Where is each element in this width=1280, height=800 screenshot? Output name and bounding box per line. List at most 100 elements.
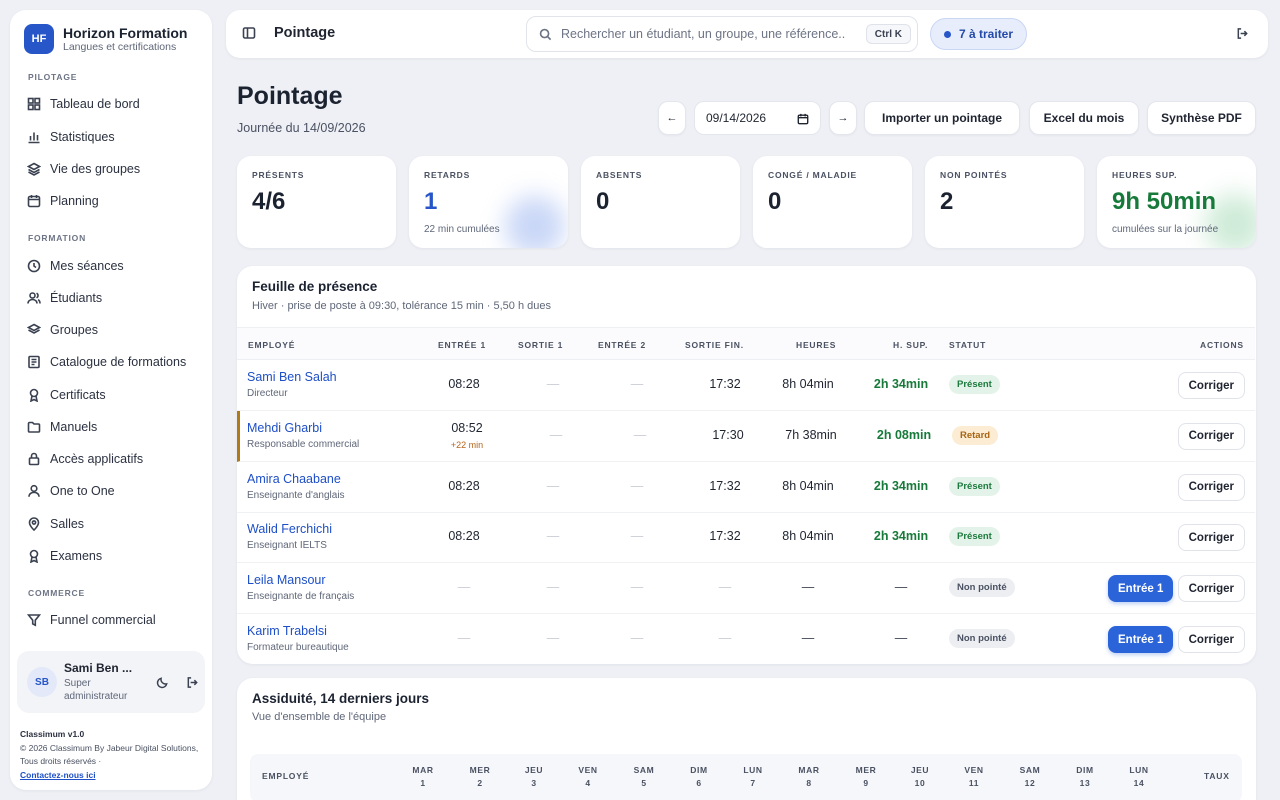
cell-in1: 08:52 (451, 420, 483, 435)
status-badge: Présent (949, 375, 1000, 394)
employee-name-link[interactable]: Leila Mansour (247, 573, 326, 587)
brand[interactable]: HF Horizon Formation Langues et certific… (24, 24, 187, 54)
search-input[interactable] (561, 27, 846, 41)
user-logout-button[interactable] (183, 673, 201, 691)
folder-icon (27, 421, 41, 433)
sidebar-item-groupes[interactable]: Groupes (24, 317, 204, 343)
day-column-header: JEU 10 (900, 764, 940, 790)
employee-role: Responsable commercial (247, 438, 360, 450)
sidebar-item-planning[interactable]: Planning (24, 188, 204, 214)
day-column-header: MER 9 (846, 764, 886, 790)
sidebar-item-catalogue[interactable]: Catalogue de formations (24, 349, 204, 375)
cell-out1: — (546, 631, 560, 645)
day-number: 10 (914, 778, 926, 788)
funnel-icon (27, 614, 41, 627)
cell-out1: — (546, 580, 560, 595)
employee-name-link[interactable]: Walid Ferchichi (247, 522, 332, 536)
employee-name-link[interactable]: Amira Chaabane (247, 472, 341, 486)
employee-name-link[interactable]: Mehdi Gharbi (247, 421, 322, 435)
table-row: Mehdi Gharbi Responsable commercial 08:52 —… (237, 410, 1255, 462)
day-column-header: DIM 6 (679, 764, 719, 790)
stat-card-presents: PRÉSENTS 4/6 (237, 156, 396, 248)
brand-subtitle: Langues et certifications (63, 40, 177, 53)
stat-value: 0 (596, 188, 610, 215)
correct-button[interactable]: Corriger (1177, 372, 1245, 399)
date-value: 09/14/2026 (706, 111, 767, 125)
day-of-week: VEN (578, 765, 598, 775)
sidebar-item-acces-applicatifs[interactable]: Accès applicatifs (24, 446, 204, 472)
cell-sup: 2h 34min (873, 529, 929, 544)
sidebar-item-one-to-one[interactable]: One to One (24, 478, 204, 504)
sidebar-item-certificats[interactable]: Certificats (24, 382, 204, 408)
day-number: 5 (641, 778, 647, 788)
previous-day-button[interactable]: ← (658, 101, 686, 135)
sidebar-item-tableau-de-bord[interactable]: Tableau de bord (24, 91, 204, 117)
pending-badge-button[interactable]: 7 à traiter (930, 18, 1028, 50)
theme-toggle-button[interactable] (153, 673, 171, 691)
status-badge: Non pointé (949, 578, 1015, 598)
day-of-week: DIM (1076, 765, 1094, 775)
sidebar-item-statistiques[interactable]: Statistiques (24, 124, 204, 150)
sidebar-item-vie-des-groupes[interactable]: Vie des groupes (24, 156, 204, 182)
cell-out: — (718, 580, 732, 595)
column-header: TAUX (1204, 771, 1230, 781)
excel-month-button[interactable]: Excel du mois (1029, 101, 1139, 135)
sidebar-toggle-button[interactable] (242, 26, 258, 42)
cell-sup: 2h 34min (873, 377, 929, 391)
column-header: H. SUP. (893, 340, 929, 350)
correct-button[interactable]: Corriger (1177, 422, 1245, 450)
date-field[interactable]: 09/14/2026 (694, 101, 821, 135)
cell-in2: — (630, 580, 644, 595)
import-button[interactable]: Importer un pointage (864, 101, 1020, 135)
sidebar-item-label: Catalogue de formations (50, 355, 187, 369)
logout-button[interactable] (1236, 27, 1250, 41)
employee-name-link[interactable]: Karim Trabelsi (247, 624, 327, 638)
day-number: 12 (1024, 778, 1036, 788)
status-badge: Non pointé (949, 629, 1015, 648)
status-badge: Retard (952, 425, 999, 445)
avatar[interactable]: SB (27, 667, 57, 697)
employee-name-link[interactable]: Sami Ben Salah (247, 370, 337, 384)
section-label-formation: FORMATION (28, 233, 87, 243)
late-note: +22 min (450, 439, 484, 450)
stat-value: 0 (768, 188, 782, 215)
day-number: 6 (696, 778, 702, 788)
correct-button[interactable]: Corriger (1177, 626, 1245, 653)
catalog-icon (28, 355, 40, 369)
pdf-summary-button[interactable]: Synthèse PDF (1147, 101, 1256, 135)
day-of-week: SAM (1019, 765, 1041, 775)
day-number: 13 (1079, 778, 1091, 788)
day-column-header: JEU 3 (514, 764, 554, 790)
cell-hours: 8h 04min (782, 377, 834, 391)
sidebar-item-manuels[interactable]: Manuels (24, 414, 204, 440)
cell-out1: — (549, 427, 563, 442)
day-column-header: MAR 1 (403, 764, 443, 790)
stat-card-conge: CONGÉ / MALADIE 0 (753, 156, 912, 248)
sidebar-item-etudiants[interactable]: Étudiants (24, 285, 204, 311)
sidebar-footer: Classimum v1.0 © 2026 Classimum By Jabeu… (20, 728, 205, 782)
cell-hours: 8h 04min (782, 529, 834, 544)
sidebar-item-examens[interactable]: Examens (24, 543, 204, 569)
table-row: Leila Mansour Enseignante de français — — — —… (237, 563, 1255, 615)
sidebar-item-label: Funnel commercial (50, 613, 156, 627)
contact-link[interactable]: Contactez-nous ici (20, 770, 96, 780)
entry-1-button[interactable]: Entrée 1 (1108, 626, 1174, 653)
sidebar-item-label: Statistiques (50, 130, 115, 144)
stat-value: 2 (940, 188, 954, 215)
correct-button[interactable]: Corriger (1177, 473, 1245, 501)
day-number: 1 (420, 778, 426, 788)
next-day-button[interactable]: → (829, 101, 857, 135)
sidebar-item-salles[interactable]: Salles (24, 511, 204, 537)
sidebar-toggle-icon (242, 27, 256, 39)
card-title: Assiduité, 14 derniers jours (252, 691, 430, 706)
entry-1-button[interactable]: Entrée 1 (1108, 575, 1174, 603)
sidebar-item-funnel-commercial[interactable]: Funnel commercial (24, 607, 204, 633)
correct-button[interactable]: Corriger (1177, 524, 1245, 552)
day-number: 4 (585, 778, 591, 788)
day-of-week: JEU (524, 765, 544, 775)
sidebar-item-mes-seances[interactable]: Mes séances (24, 253, 204, 279)
status-badge: Présent (949, 527, 1000, 547)
stat-hint: cumulées sur la journée (1112, 224, 1219, 235)
correct-button[interactable]: Corriger (1177, 575, 1245, 603)
cell-out: 17:32 (709, 478, 741, 493)
